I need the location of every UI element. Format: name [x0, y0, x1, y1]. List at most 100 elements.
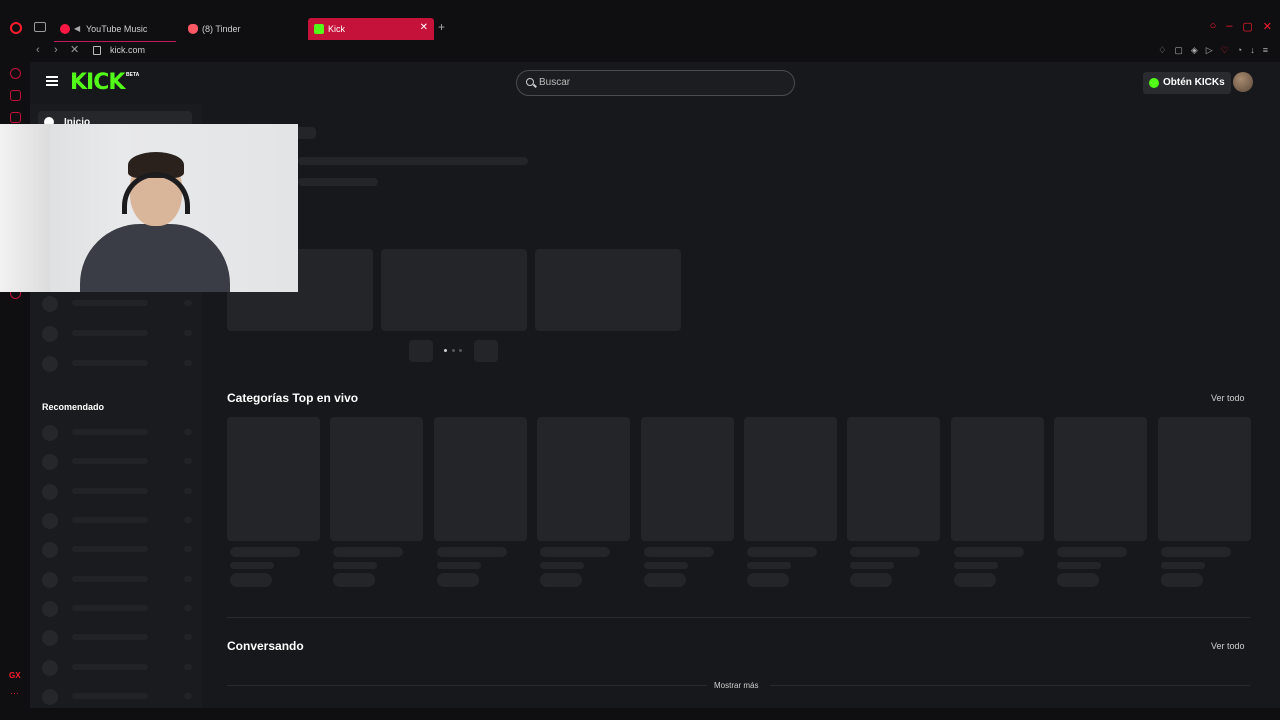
list-item: [42, 454, 192, 470]
tinder-icon: [188, 24, 198, 34]
heart-icon[interactable]: ♡: [1221, 45, 1229, 56]
skeleton-line: [436, 573, 479, 587]
close-window-icon[interactable]: ✕: [1263, 20, 1272, 33]
list-item: [42, 513, 192, 529]
category-card-skeleton[interactable]: [1054, 417, 1148, 541]
search-input[interactable]: Buscar: [516, 70, 795, 96]
hamburger-menu-icon[interactable]: [46, 76, 58, 86]
opera-logo-icon[interactable]: [10, 22, 22, 34]
show-more-button[interactable]: Mostrar más: [714, 681, 758, 690]
skeleton-line: [436, 547, 507, 557]
skeleton-line: [230, 547, 300, 557]
list-item: [42, 425, 192, 441]
tab-youtube-music[interactable]: ◀ YouTube Music: [54, 18, 176, 42]
tab-label: (8) Tinder: [202, 24, 241, 34]
vpn-icon[interactable]: ◈: [1191, 45, 1198, 56]
workspaces-icon[interactable]: [34, 22, 46, 32]
gx-control-icon[interactable]: [10, 68, 21, 79]
twitch-icon[interactable]: [10, 90, 21, 101]
stop-loading-icon[interactable]: ✕: [70, 43, 79, 56]
browser-window: ◀ YouTube Music (8) Tinder Kick ✕ + ○ – …: [0, 0, 1280, 720]
chatting-title: Conversando: [227, 639, 304, 653]
beta-badge: BETA: [126, 72, 140, 78]
carousel-dot[interactable]: [452, 349, 455, 352]
skeleton-line: [643, 562, 688, 569]
category-card-skeleton[interactable]: [537, 417, 631, 541]
skeleton-card: [381, 249, 527, 331]
main-content: Categorías Top en vivo Ver todo Conversa…: [202, 104, 1280, 708]
category-card-skeleton[interactable]: [640, 417, 734, 541]
chatting-see-all-link[interactable]: Ver todo: [1211, 641, 1245, 651]
carousel-dot[interactable]: [459, 349, 462, 352]
get-kicks-button[interactable]: Obtén KICKs: [1143, 72, 1231, 94]
skeleton-line: [953, 547, 1024, 557]
category-card-skeleton[interactable]: [330, 417, 424, 541]
site-header: KICK BETA Buscar Obtén KICKs: [30, 62, 1280, 104]
kick-logo[interactable]: KICK: [70, 70, 125, 95]
list-item: [42, 572, 192, 588]
skeleton-line: [1160, 573, 1203, 587]
top-categories-see-all-link[interactable]: Ver todo: [1211, 393, 1245, 403]
skeleton-line: [540, 573, 583, 587]
skeleton-line: [747, 547, 817, 557]
skeleton-line: [333, 562, 378, 569]
skeleton-line: [850, 562, 895, 569]
carousel-next-button[interactable]: [474, 340, 498, 362]
skeleton-line: [747, 562, 791, 569]
kicks-coin-icon: [1149, 78, 1159, 88]
list-item: [42, 326, 192, 342]
streamer-body: [80, 224, 230, 292]
category-card-skeleton[interactable]: [227, 417, 320, 541]
skeleton-line: [333, 573, 376, 587]
tab-tinder[interactable]: (8) Tinder: [182, 18, 302, 40]
list-item: [42, 660, 192, 676]
gx-icon[interactable]: GX: [9, 671, 21, 680]
forward-icon[interactable]: ›: [54, 44, 58, 56]
divider: [770, 685, 1250, 686]
carousel-prev-button[interactable]: [409, 340, 433, 362]
snapshot-icon[interactable]: ▢: [1174, 45, 1183, 56]
messenger-icon[interactable]: [10, 112, 21, 123]
close-tab-icon[interactable]: ✕: [420, 22, 428, 33]
category-card-skeleton[interactable]: [744, 417, 837, 541]
tab-bar: ◀ YouTube Music (8) Tinder Kick ✕ + ○ – …: [0, 14, 1280, 42]
url-field[interactable]: kick.com: [110, 45, 145, 55]
bookmark-icon[interactable]: ♢: [1158, 45, 1166, 56]
list-item: [42, 689, 192, 705]
background-door: [0, 124, 50, 292]
kick-favicon-icon: [314, 24, 324, 34]
more-icon[interactable]: ···: [10, 688, 19, 698]
recommended-title: Recomendado: [42, 402, 105, 412]
divider: [227, 685, 707, 686]
category-card-skeleton[interactable]: [433, 417, 527, 541]
new-tab-button[interactable]: +: [438, 20, 445, 34]
speaker-icon[interactable]: ◀: [74, 25, 82, 33]
skeleton-line: [953, 573, 996, 587]
back-icon[interactable]: ‹: [36, 44, 40, 56]
skeleton-line: [230, 573, 272, 587]
category-card-skeleton[interactable]: [847, 417, 941, 541]
carousel-dot[interactable]: [444, 349, 447, 352]
list-item: [42, 296, 192, 312]
account-icon[interactable]: ◔: [1237, 45, 1242, 56]
skeleton-line: [540, 547, 611, 557]
category-card-skeleton[interactable]: [950, 417, 1044, 541]
get-kicks-label: Obtén KICKs: [1163, 77, 1225, 88]
tab-kick[interactable]: Kick ✕: [308, 18, 434, 40]
menu-icon[interactable]: ≡: [1263, 45, 1268, 56]
skeleton-line: [747, 573, 789, 587]
skeleton-line: [333, 547, 404, 557]
category-card-skeleton[interactable]: [1157, 417, 1251, 541]
list-item: [42, 542, 192, 558]
minimize-icon[interactable]: –: [1226, 20, 1232, 33]
search-placeholder: Buscar: [539, 77, 571, 88]
maximize-icon[interactable]: ▢: [1242, 20, 1252, 33]
webcam-overlay: [0, 124, 298, 292]
avatar[interactable]: [1233, 72, 1253, 92]
search-tabs-icon[interactable]: ○: [1210, 20, 1217, 33]
toolbar-icons: ♢ ▢ ◈ ▷ ♡ ◔ ↓ ≡: [1158, 45, 1268, 56]
skeleton-line: [850, 547, 921, 557]
download-icon[interactable]: ↓: [1250, 45, 1255, 56]
player-icon[interactable]: ▷: [1206, 45, 1213, 56]
tab-label: YouTube Music: [86, 24, 148, 34]
